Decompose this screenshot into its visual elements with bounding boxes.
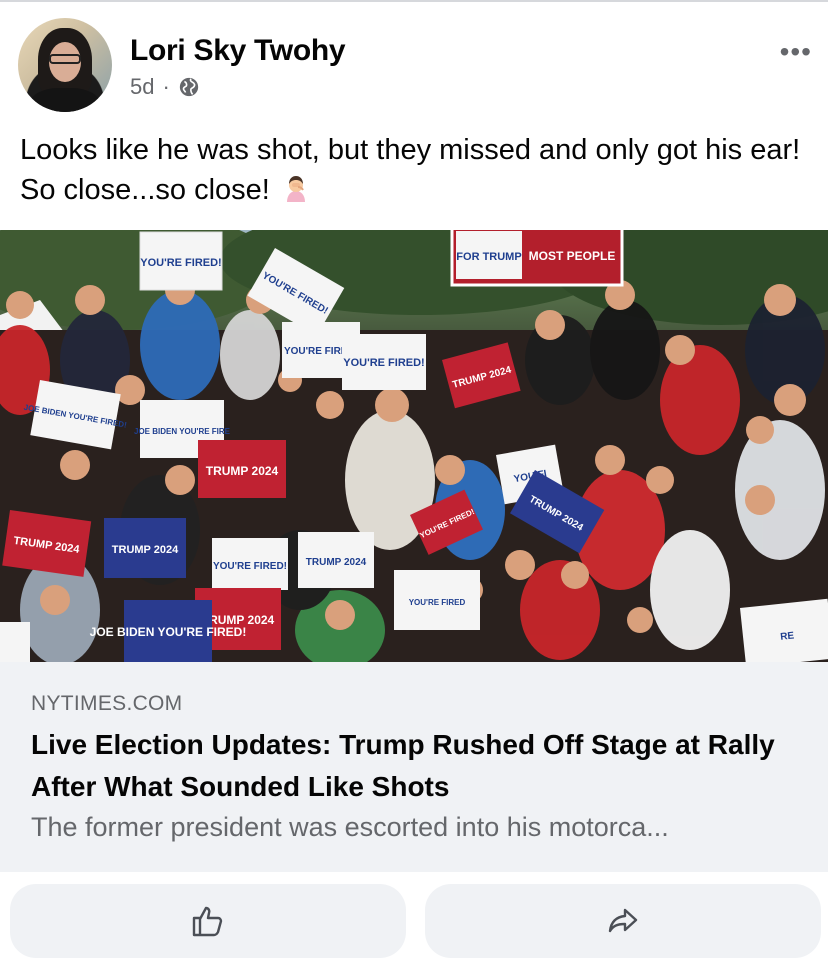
sign-text: YOU'RE FIRED! bbox=[343, 357, 424, 369]
person-facepalming-emoji bbox=[286, 176, 305, 202]
sign-text: FOR TRUMP bbox=[456, 251, 521, 263]
post-time[interactable]: 5d bbox=[130, 74, 154, 100]
link-domain: NYTIMES.COM bbox=[31, 692, 183, 715]
post-actions bbox=[0, 872, 828, 967]
thumbs-up-icon bbox=[192, 906, 223, 937]
avatar[interactable] bbox=[18, 18, 112, 112]
globe-icon[interactable] bbox=[178, 76, 200, 98]
meta-separator: · bbox=[162, 74, 170, 99]
post-text-content: Looks like he was shot, but they missed … bbox=[20, 134, 801, 206]
sign-text: RE bbox=[780, 630, 795, 642]
link-headline[interactable]: Live Election Updates: Trump Rushed Off … bbox=[31, 724, 791, 808]
sign-text: YOU'RE FIRED! bbox=[213, 561, 287, 572]
sign-text: TRUMP 2024 bbox=[206, 464, 279, 478]
sign-text: JOE BIDEN YOU'RE FIRE bbox=[134, 427, 231, 436]
link-preview-card[interactable]: NYTIMES.COM Live Election Updates: Trump… bbox=[0, 662, 828, 872]
sign-text: JOE BIDEN YOU'RE FIRED! bbox=[90, 625, 247, 639]
more-options-icon[interactable]: ••• bbox=[780, 38, 812, 66]
author-name[interactable]: Lori Sky Twohy bbox=[130, 34, 346, 68]
share-arrow-icon bbox=[608, 908, 638, 933]
post-photo[interactable]: YOU'RE FIRED! YOU'RE FIRED! FOR TRUMP MO… bbox=[0, 230, 828, 662]
sign-text: MOST PEOPLE bbox=[529, 249, 616, 263]
sign-text: TRUMP 2024 bbox=[112, 544, 179, 556]
sign-text: YOU'RE FIRED! bbox=[140, 257, 221, 269]
post-header: Lori Sky Twohy 5d · ••• bbox=[18, 18, 818, 116]
link-description: The former president was escorted into h… bbox=[31, 812, 669, 842]
sign-text: YOU'RE FIRED bbox=[409, 598, 466, 607]
post-meta: 5d · bbox=[130, 74, 200, 100]
share-button[interactable] bbox=[425, 884, 821, 958]
sign-text: TRUMP 2024 bbox=[306, 557, 367, 568]
like-button[interactable] bbox=[10, 884, 406, 958]
post-text: Looks like he was shot, but they missed … bbox=[20, 130, 810, 210]
rally-crowd-image: YOU'RE FIRED! YOU'RE FIRED! FOR TRUMP MO… bbox=[0, 230, 828, 662]
top-divider bbox=[0, 0, 828, 2]
